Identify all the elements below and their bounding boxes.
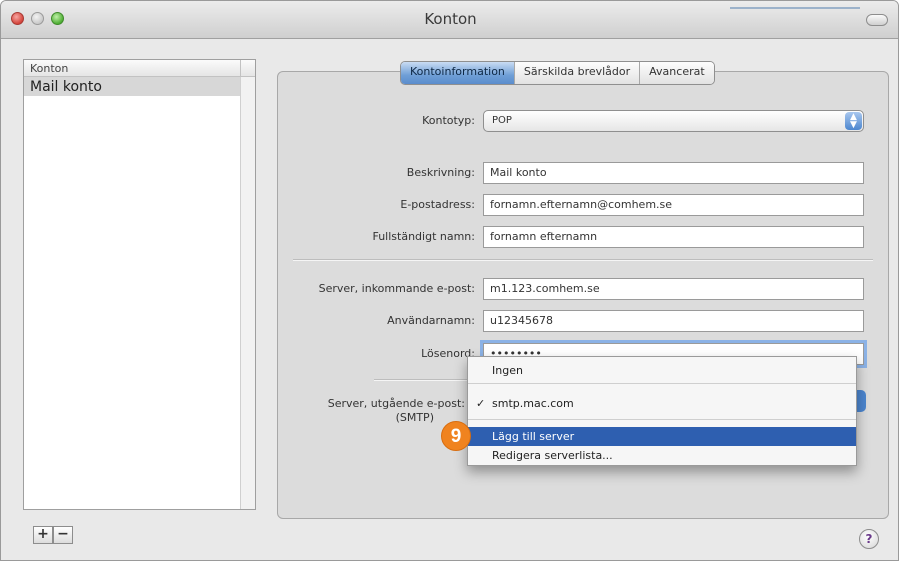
incoming-server-label: Server, inkommande e-post: <box>318 282 475 295</box>
fullname-label: Fullständigt namn: <box>372 230 475 243</box>
outgoing-server-menu: Ingen ✓ smtp.mac.com Lägg till server Re… <box>467 356 857 466</box>
section-divider <box>293 259 873 261</box>
account-type-value: POP <box>492 115 512 126</box>
help-button[interactable]: ? <box>859 529 879 549</box>
tab-account-information[interactable]: Kontoinformation <box>401 62 515 84</box>
account-list-header-label: Konton <box>30 62 69 75</box>
incoming-server-field[interactable]: m1.123.comhem.se <box>483 278 864 300</box>
menu-separator <box>468 383 856 384</box>
account-list: Konton Mail konto <box>23 59 256 510</box>
menu-item-label: smtp.mac.com <box>492 397 574 410</box>
account-list-scrollbar[interactable] <box>240 77 255 509</box>
tab-bar: Kontoinformation Särskilda brevlådor Ava… <box>400 61 715 85</box>
step-number-badge: 9 <box>441 421 471 451</box>
remove-account-button[interactable]: − <box>53 526 73 544</box>
outgoing-server-label: Server, utgående e-post: <box>327 397 465 410</box>
select-arrows-icon: ▲ ▼ <box>845 112 862 130</box>
description-field[interactable]: Mail konto <box>483 162 864 184</box>
account-list-item[interactable]: Mail konto <box>24 77 255 96</box>
section-divider <box>374 379 474 381</box>
username-field[interactable]: u12345678 <box>483 310 864 332</box>
menu-item-label: Ingen <box>492 364 523 377</box>
menu-item-none[interactable]: Ingen <box>468 361 856 380</box>
fullname-field[interactable]: fornamn efternamn <box>483 226 864 248</box>
outgoing-server-sublabel: (SMTP) <box>395 411 434 424</box>
checkmark-icon: ✓ <box>476 397 486 410</box>
account-type-select[interactable]: POP ▲ ▼ <box>483 110 864 132</box>
accounts-window: Konton Konton Mail konto + − Kontoinform… <box>0 0 899 561</box>
email-field[interactable]: fornamn.efternamn@comhem.se <box>483 194 864 216</box>
title-bar: Konton <box>1 1 898 39</box>
toolbar-toggle-button[interactable] <box>866 14 888 26</box>
username-label: Användarnamn: <box>387 314 475 327</box>
menu-item-edit-server-list[interactable]: Redigera serverlista... <box>468 446 856 465</box>
account-type-label: Kontotyp: <box>422 114 475 127</box>
window-title: Konton <box>424 10 477 28</box>
email-label: E-postadress: <box>400 198 475 211</box>
menu-item-label: Redigera serverlista... <box>492 449 613 462</box>
title-bar-accent <box>730 7 860 9</box>
column-separator <box>240 60 241 76</box>
description-label: Beskrivning: <box>406 166 475 179</box>
menu-item-add-server[interactable]: Lägg till server <box>468 427 856 446</box>
tab-advanced[interactable]: Avancerat <box>640 62 714 84</box>
tab-special-mailboxes[interactable]: Särskilda brevlådor <box>514 62 641 84</box>
outgoing-server-select-arrows-icon[interactable] <box>856 390 866 412</box>
menu-item-label: Lägg till server <box>492 430 575 443</box>
account-list-header: Konton <box>24 60 255 77</box>
menu-separator <box>468 419 856 420</box>
menu-item-smtp-mac[interactable]: ✓ smtp.mac.com <box>468 394 856 413</box>
add-account-button[interactable]: + <box>33 526 53 544</box>
